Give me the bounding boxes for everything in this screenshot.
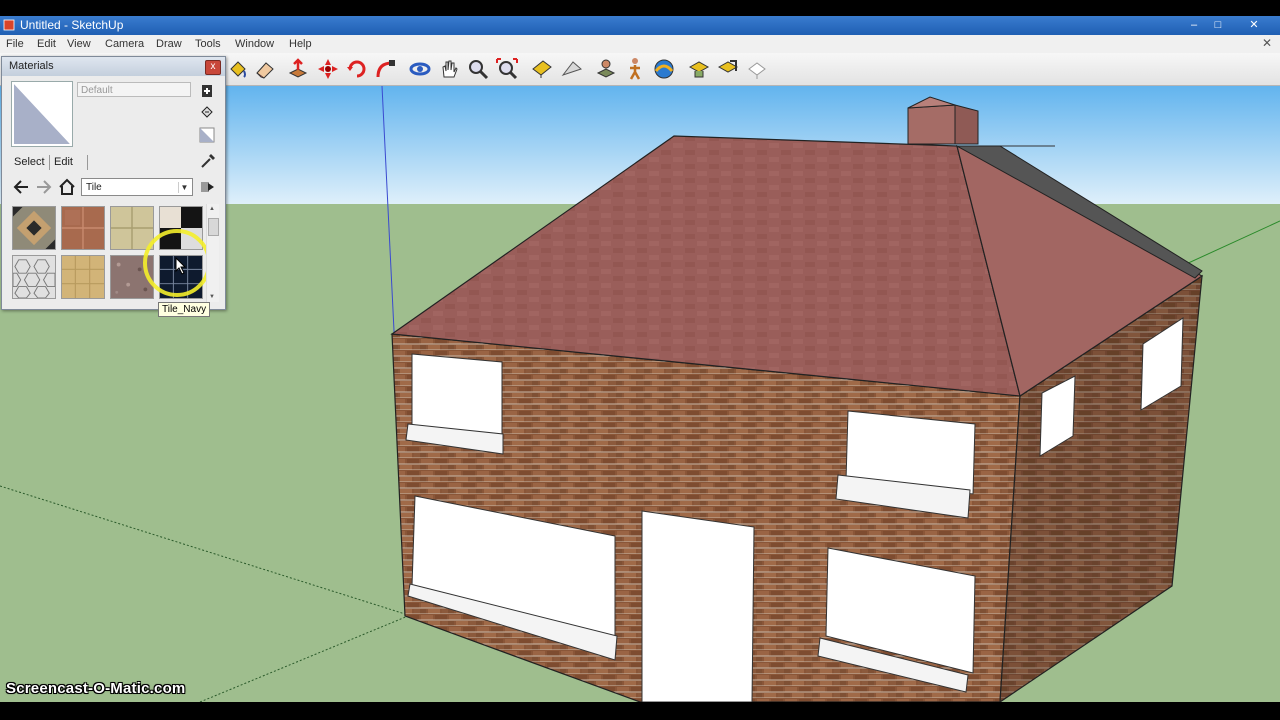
paint-bucket-small-icon[interactable] — [199, 104, 215, 120]
library-select-value: Tile — [86, 182, 102, 193]
back-arrow-icon[interactable] — [12, 179, 30, 195]
sample-paint-icon[interactable] — [199, 152, 217, 170]
rotate-icon[interactable] — [345, 57, 369, 81]
chevron-down-icon: ▼ — [178, 182, 190, 193]
scrollbar-thumb[interactable] — [208, 218, 219, 236]
library-select[interactable]: Tile ▼ — [81, 178, 193, 196]
watermark: Screencast-O-Matic.com — [6, 680, 186, 697]
sketchup-app-icon — [3, 19, 15, 31]
look-around-icon[interactable] — [652, 57, 676, 81]
maximize-icon[interactable]: □ — [1207, 18, 1229, 33]
mouse-cursor-icon — [175, 257, 187, 275]
window-title: Untitled - SketchUp — [20, 18, 124, 32]
swatch-tile-sand[interactable] — [61, 255, 105, 299]
front-door[interactable] — [641, 510, 755, 702]
letterbox-bottom — [0, 702, 1280, 720]
library-nav-row: Tile ▼ — [10, 178, 220, 198]
eraser-icon[interactable] — [253, 57, 277, 81]
chimney-side[interactable] — [954, 104, 979, 145]
tab-edit[interactable]: Edit — [54, 153, 73, 171]
menu-tools[interactable]: Tools — [195, 38, 221, 50]
default-material-icon[interactable] — [199, 127, 215, 143]
follow-me-icon[interactable] — [374, 57, 398, 81]
materials-panel-header[interactable]: Materials x — [2, 57, 225, 76]
close-icon[interactable]: ✕ — [1243, 18, 1265, 33]
materials-close-button[interactable]: x — [205, 60, 221, 75]
move-icon[interactable] — [316, 57, 340, 81]
material-name-field[interactable]: Default — [77, 82, 191, 97]
section-plane-icon[interactable] — [687, 57, 711, 81]
orbit-icon[interactable] — [408, 57, 432, 81]
zoom-extents-icon[interactable] — [495, 57, 519, 81]
tab-divider — [49, 155, 50, 170]
component-icon[interactable] — [716, 57, 740, 81]
materials-panel: Materials x Default Select Edit Tile ▼ ▲… — [1, 56, 226, 310]
tab-select[interactable]: Select — [14, 153, 45, 171]
scroll-down-icon[interactable]: ▼ — [209, 294, 215, 300]
chimney-front[interactable] — [907, 104, 956, 145]
swatch-tooltip: Tile_Navy — [158, 302, 211, 317]
menu-edit[interactable]: Edit — [37, 38, 56, 50]
zoom-icon[interactable] — [466, 57, 490, 81]
walk-icon[interactable] — [623, 57, 647, 81]
menu-draw[interactable]: Draw — [156, 38, 182, 50]
tab-divider — [87, 155, 88, 170]
swatch-scrollbar[interactable]: ▲ ▼ — [206, 204, 219, 302]
material-swatch-grid — [10, 204, 211, 302]
create-material-icon[interactable] — [199, 83, 215, 99]
menu-close-icon[interactable]: ✕ — [1262, 36, 1272, 50]
axes-icon[interactable] — [745, 57, 769, 81]
menu-bar: File Edit View Camera Draw Tools Window … — [0, 35, 1280, 53]
swatch-tile-diamond[interactable] — [12, 206, 56, 250]
details-arrow-icon[interactable] — [200, 179, 216, 195]
swatch-tile-hexagon[interactable] — [12, 255, 56, 299]
menu-file[interactable]: File — [6, 38, 24, 50]
menu-help[interactable]: Help — [289, 38, 312, 50]
position-camera-icon[interactable] — [594, 57, 618, 81]
material-preview-swatch — [11, 81, 73, 147]
push-pull-icon[interactable] — [286, 57, 310, 81]
close-icon: x — [210, 61, 216, 72]
materials-panel-title: Materials — [9, 60, 54, 72]
menu-camera[interactable]: Camera — [105, 38, 144, 50]
paint-bucket-icon[interactable] — [226, 57, 250, 81]
scroll-up-icon[interactable]: ▲ — [209, 206, 215, 212]
tape-measure-icon[interactable] — [530, 57, 554, 81]
forward-arrow-icon[interactable] — [35, 179, 53, 195]
home-icon[interactable] — [58, 178, 76, 196]
swatch-tile-terracotta[interactable] — [61, 206, 105, 250]
menu-view[interactable]: View — [67, 38, 91, 50]
protractor-icon[interactable] — [560, 57, 584, 81]
menu-window[interactable]: Window — [235, 38, 274, 50]
title-bar: Untitled - SketchUp – □ ✕ — [0, 16, 1280, 35]
letterbox-top — [0, 0, 1280, 16]
minimize-icon[interactable]: – — [1183, 18, 1205, 33]
screen: Untitled - SketchUp – □ ✕ File Edit View… — [0, 0, 1280, 720]
pan-icon[interactable] — [437, 57, 461, 81]
